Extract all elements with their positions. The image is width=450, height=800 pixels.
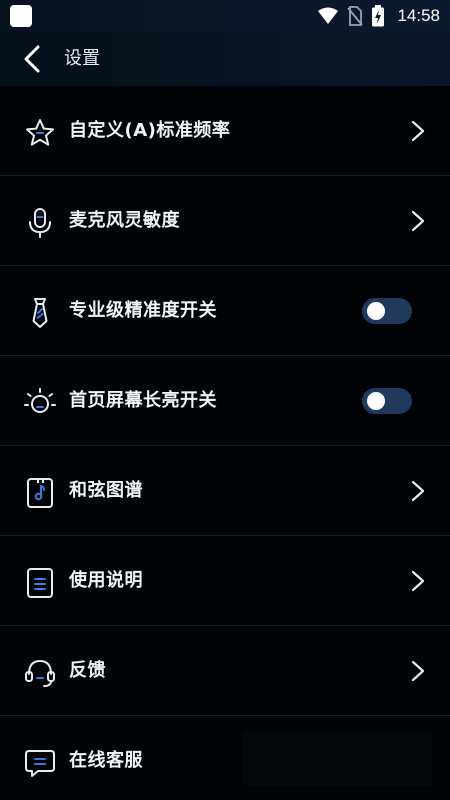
settings-screen: 14:58 设置 自定义(A)标准频率 麦克风灵敏度 专业级精准度开关 首页屏幕… bbox=[0, 0, 450, 800]
setting-label: 使用说明 bbox=[69, 570, 143, 591]
chevron-right-icon bbox=[411, 210, 425, 232]
setting-label: 和弦图谱 bbox=[69, 480, 143, 501]
app-header: 设置 bbox=[0, 32, 450, 86]
settings-list: 自定义(A)标准频率 麦克风灵敏度 专业级精准度开关 首页屏幕长亮开关 和弦图谱… bbox=[0, 86, 450, 800]
setting-custom-frequency[interactable]: 自定义(A)标准频率 bbox=[0, 86, 450, 176]
music-book-icon bbox=[27, 478, 53, 508]
chevron-left-icon bbox=[24, 45, 40, 73]
screen-on-toggle-switch[interactable] bbox=[362, 388, 412, 414]
status-bar: 14:58 bbox=[0, 0, 450, 32]
back-button[interactable] bbox=[14, 41, 50, 77]
faded-overlay bbox=[242, 732, 432, 786]
tie-icon bbox=[32, 298, 48, 328]
document-icon bbox=[27, 568, 53, 598]
microphone-icon bbox=[29, 208, 51, 238]
star-icon bbox=[26, 119, 54, 146]
toggle-knob bbox=[367, 302, 385, 320]
status-icons: 14:58 bbox=[317, 0, 440, 32]
setting-instructions[interactable]: 使用说明 bbox=[0, 536, 450, 626]
chevron-right-icon bbox=[411, 660, 425, 682]
headset-icon bbox=[25, 659, 55, 687]
wifi-icon bbox=[318, 7, 339, 24]
sun-icon bbox=[24, 388, 56, 413]
battery-charging-icon bbox=[372, 5, 385, 27]
precision-toggle-switch[interactable] bbox=[362, 298, 412, 324]
chevron-right-icon bbox=[411, 480, 425, 502]
setting-screen-on-toggle: 首页屏幕长亮开关 bbox=[0, 356, 450, 446]
setting-label: 在线客服 bbox=[69, 750, 143, 771]
setting-microphone-sensitivity[interactable]: 麦克风灵敏度 bbox=[0, 176, 450, 266]
chat-icon bbox=[25, 750, 55, 777]
setting-feedback[interactable]: 反馈 bbox=[0, 626, 450, 716]
setting-chord-charts[interactable]: 和弦图谱 bbox=[0, 446, 450, 536]
setting-label: 反馈 bbox=[69, 660, 106, 681]
no-sim-icon bbox=[347, 6, 364, 26]
chevron-right-icon bbox=[411, 120, 425, 142]
status-time: 14:58 bbox=[397, 6, 440, 25]
page-title: 设置 bbox=[64, 48, 100, 69]
setting-label: 麦克风灵敏度 bbox=[69, 210, 180, 231]
setting-precision-toggle: 专业级精准度开关 bbox=[0, 266, 450, 356]
setting-label: 首页屏幕长亮开关 bbox=[69, 390, 217, 411]
toggle-knob bbox=[367, 392, 385, 410]
setting-label: 专业级精准度开关 bbox=[69, 300, 217, 321]
app-notification-icon bbox=[10, 5, 32, 27]
setting-label: 自定义(A)标准频率 bbox=[69, 120, 231, 141]
chevron-right-icon bbox=[411, 570, 425, 592]
